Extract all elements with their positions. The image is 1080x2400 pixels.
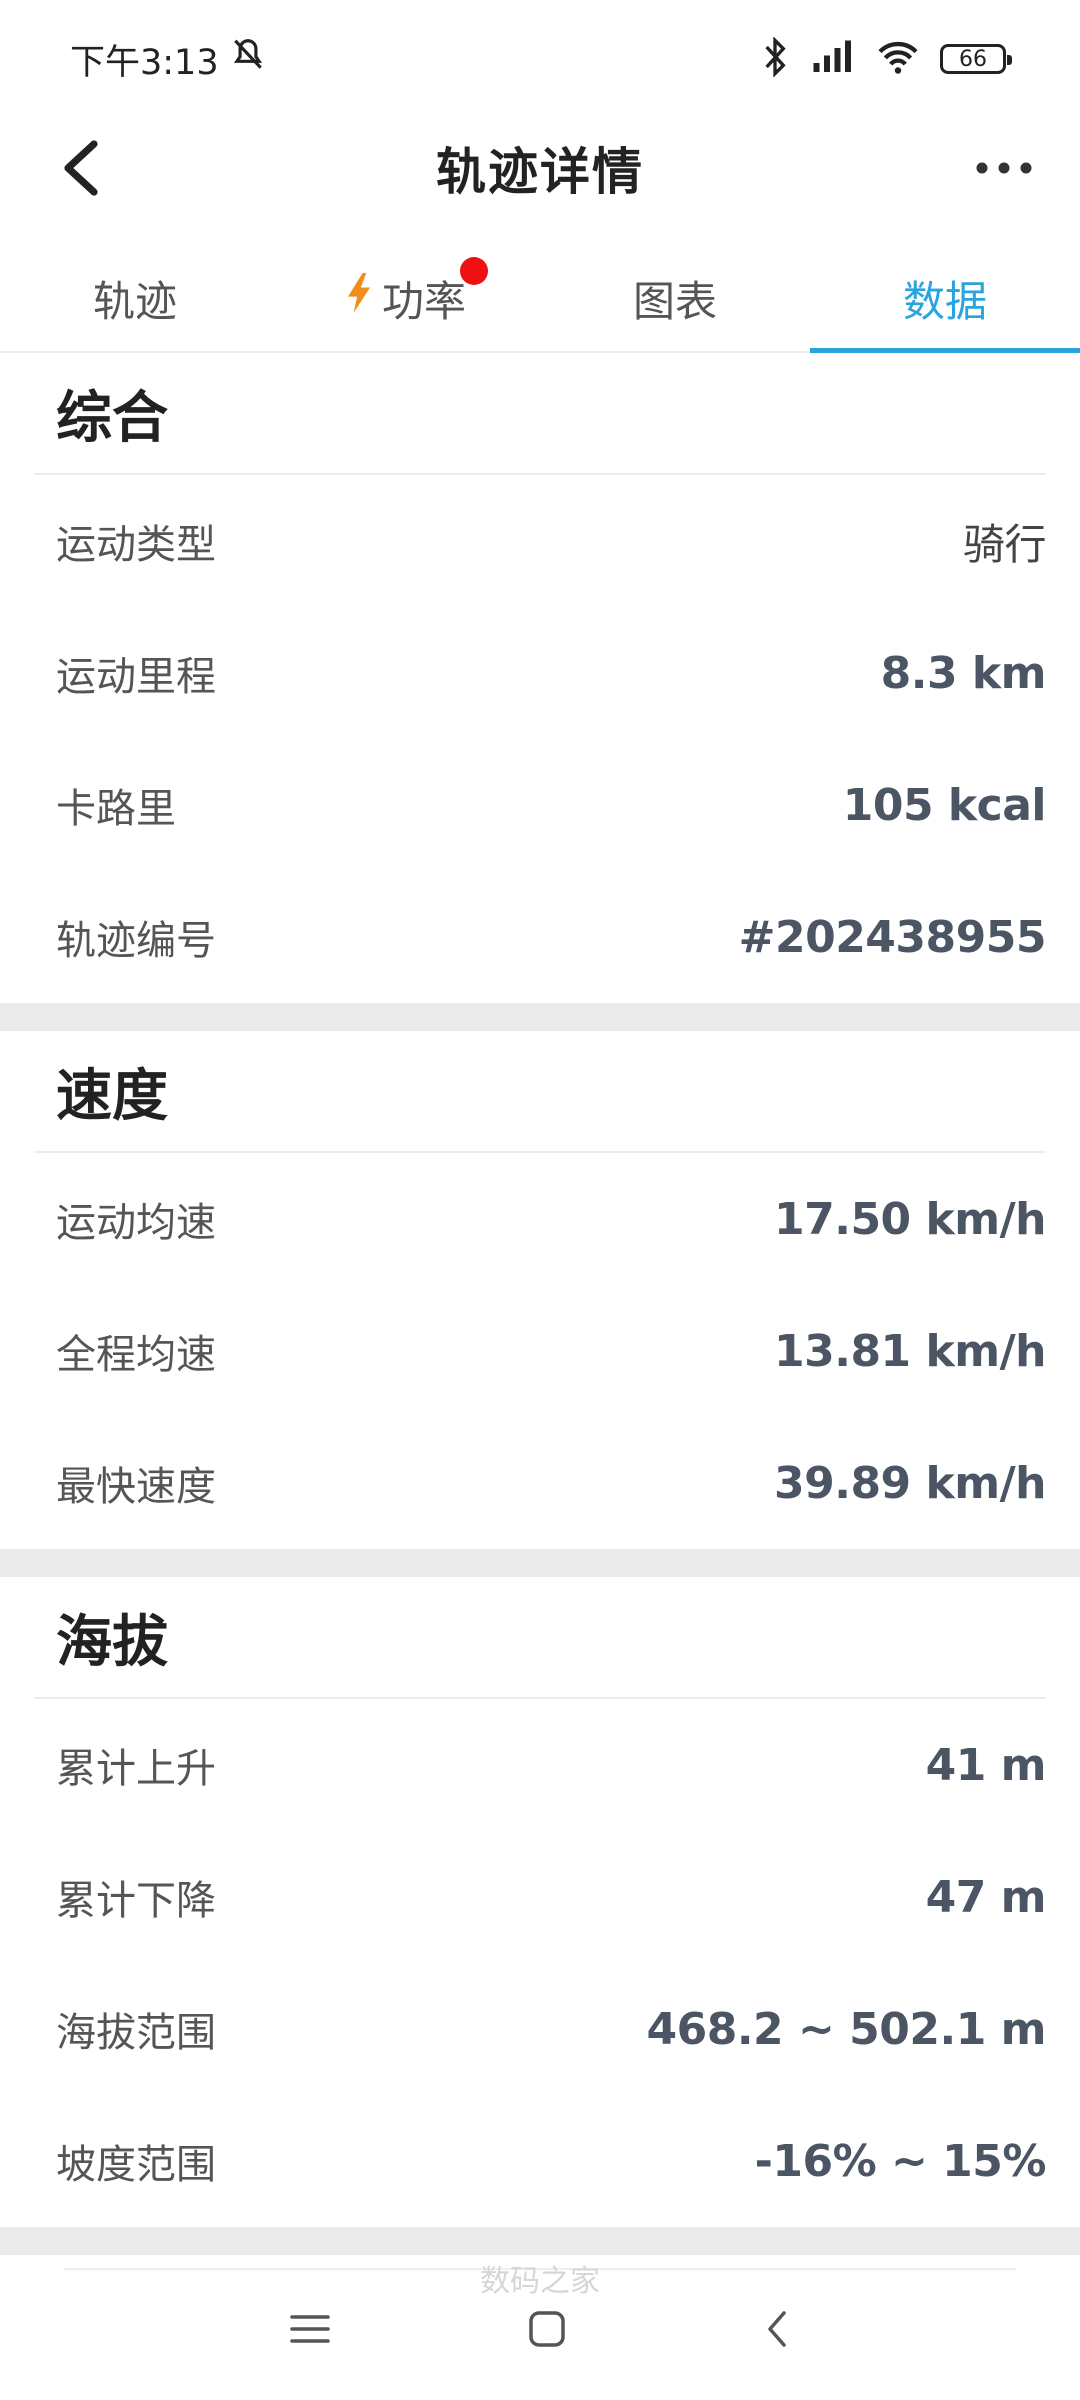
row-label: 累计下降: [56, 1878, 216, 1924]
list-item: 运动均速 17.50 km/h: [34, 1153, 1047, 1285]
altitude-section: 海拔 累计上升 41 m 累计下降 47 m 海拔范围 468.2 ~ 502.…: [0, 1577, 1080, 2227]
section-title: 海拔: [34, 1577, 1046, 1699]
row-label: 运动均速: [56, 1200, 216, 1246]
list-item: 轨迹编号 #202438955: [34, 871, 1047, 1003]
list-item: 累计上升 41 m: [34, 1699, 1047, 1831]
signal-icon: [810, 39, 856, 79]
row-value: -16% ~ 15%: [754, 2135, 1047, 2187]
row-label: 全程均速: [56, 1332, 216, 1378]
list-item: 运动里程 8.3 km: [34, 607, 1047, 739]
section-divider: [0, 1003, 1080, 1031]
row-label: 运动类型: [56, 522, 216, 568]
row-value: 17.50 km/h: [774, 1193, 1047, 1245]
row-value: 105 kcal: [842, 779, 1047, 831]
tab-label: 图表: [632, 276, 717, 326]
chevron-left-icon: [64, 140, 98, 196]
row-value: 8.3 km: [880, 647, 1047, 699]
row-label: 坡度范围: [56, 2142, 216, 2188]
wifi-icon: [876, 39, 920, 79]
list-item: 全程均速 13.81 km/h: [34, 1285, 1047, 1417]
bluetooth-icon: [760, 36, 790, 81]
more-button[interactable]: [964, 136, 1044, 200]
row-label: 累计上升: [56, 1746, 216, 1792]
data-content: 综合 运动类型 骑行 运动里程 8.3 km 卡路里 105 kcal 轨迹编号…: [0, 353, 1080, 2255]
list-item: 卡路里 105 kcal: [34, 739, 1047, 871]
row-value: 468.2 ~ 502.1 m: [646, 2003, 1046, 2055]
row-label: 卡路里: [56, 786, 176, 832]
row-label: 轨迹编号: [56, 918, 216, 964]
row-value: 39.89 km/h: [774, 1457, 1047, 1509]
tab-track[interactable]: 轨迹: [0, 245, 270, 351]
status-time: 下午3:13: [70, 42, 219, 83]
summary-section: 综合 运动类型 骑行 运动里程 8.3 km 卡路里 105 kcal 轨迹编号…: [0, 353, 1080, 1003]
row-value: 骑行: [962, 519, 1047, 569]
section-title: 速度: [34, 1031, 1046, 1153]
row-label: 运动里程: [56, 654, 216, 700]
row-value: #202438955: [738, 911, 1047, 963]
system-nav-bar: [0, 2262, 1080, 2400]
page-title: 轨迹详情: [436, 143, 644, 201]
section-title: 综合: [34, 353, 1046, 475]
battery-icon: 66: [940, 44, 1012, 74]
tab-label: 数据: [902, 276, 987, 326]
list-item: 运动类型 骑行: [34, 475, 1047, 607]
row-value: 41 m: [925, 1739, 1047, 1791]
row-label: 最快速度: [56, 1464, 216, 1510]
list-item: 累计下降 47 m: [34, 1831, 1047, 1963]
tab-bar: 轨迹 功率 图表 数据: [0, 245, 1080, 353]
row-label: 海拔范围: [56, 2010, 216, 2056]
notification-dot: [460, 257, 488, 285]
section-divider: [0, 1549, 1080, 1577]
speed-section: 速度 运动均速 17.50 km/h 全程均速 13.81 km/h 最快速度 …: [0, 1031, 1080, 1549]
back-nav-icon[interactable]: [762, 2307, 792, 2355]
list-item: 海拔范围 468.2 ~ 502.1 m: [34, 1963, 1046, 2095]
back-button[interactable]: [48, 136, 112, 200]
lightning-icon: [344, 271, 374, 325]
tab-label: 功率: [381, 276, 466, 326]
tab-chart[interactable]: 图表: [540, 245, 810, 351]
menu-icon[interactable]: [288, 2309, 332, 2353]
tab-power[interactable]: 功率: [270, 245, 540, 351]
tab-data[interactable]: 数据: [810, 245, 1080, 353]
tab-label: 轨迹: [92, 276, 177, 326]
mute-icon: [229, 36, 267, 83]
row-value: 13.81 km/h: [774, 1325, 1047, 1377]
list-item: 坡度范围 -16% ~ 15%: [34, 2095, 1047, 2227]
status-bar: 下午3:13 66: [0, 0, 1080, 118]
row-value: 47 m: [925, 1871, 1047, 1923]
title-bar: 轨迹详情: [0, 118, 1080, 218]
list-item: 最快速度 39.89 km/h: [34, 1417, 1047, 1549]
home-icon[interactable]: [527, 2309, 567, 2353]
more-dots-icon: [976, 162, 1032, 174]
